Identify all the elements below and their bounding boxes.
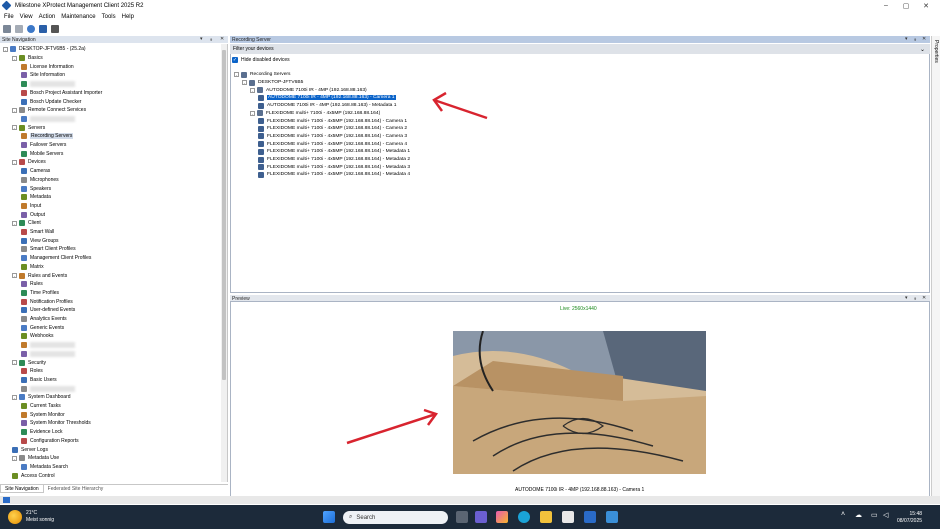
teams-icon[interactable] bbox=[475, 511, 487, 523]
windows-taskbar: 21°C Meist sonnig ⌕ Search ˄ ☁ ▭ ◁ 15:48… bbox=[0, 505, 940, 529]
taskbar-clock[interactable]: 15:48 08/07/2025 bbox=[897, 511, 922, 525]
windows-start-icon[interactable] bbox=[323, 511, 335, 523]
network-icon[interactable]: ▭ bbox=[871, 511, 878, 519]
status-bar bbox=[0, 496, 940, 504]
weather-temp: 21°C bbox=[26, 510, 38, 516]
store-icon[interactable] bbox=[562, 511, 574, 523]
properties-sidebar[interactable]: Properties bbox=[931, 36, 940, 496]
clock-date: 08/07/2025 bbox=[897, 518, 923, 524]
weather-widget[interactable]: 21°C Meist sonnig bbox=[8, 510, 54, 524]
weather-text: Meist sonnig bbox=[26, 517, 55, 523]
clock-time: 15:48 bbox=[909, 511, 923, 517]
search-label: Search bbox=[356, 514, 376, 521]
taskbar-search-box[interactable]: ⌕ Search bbox=[343, 511, 448, 524]
status-icon bbox=[3, 497, 10, 503]
copilot-icon[interactable] bbox=[496, 511, 508, 523]
annotation-arrow-1 bbox=[432, 91, 488, 120]
search-icon: ⌕ bbox=[349, 514, 353, 520]
annotation-arrow-2 bbox=[346, 408, 439, 445]
edge-icon[interactable] bbox=[518, 511, 530, 523]
volume-icon[interactable]: ◁ bbox=[883, 511, 888, 519]
cloud-icon[interactable]: ☁ bbox=[855, 511, 862, 519]
properties-label: Properties bbox=[933, 40, 939, 63]
sun-icon bbox=[8, 510, 22, 524]
annotation-overlay bbox=[346, 91, 488, 445]
chevron-up-icon[interactable]: ˄ bbox=[841, 511, 845, 518]
file-explorer-icon[interactable] bbox=[540, 511, 552, 523]
xprotect-client-icon[interactable] bbox=[606, 511, 618, 523]
xprotect-icon[interactable] bbox=[584, 511, 596, 523]
task-view-icon[interactable] bbox=[456, 511, 468, 523]
